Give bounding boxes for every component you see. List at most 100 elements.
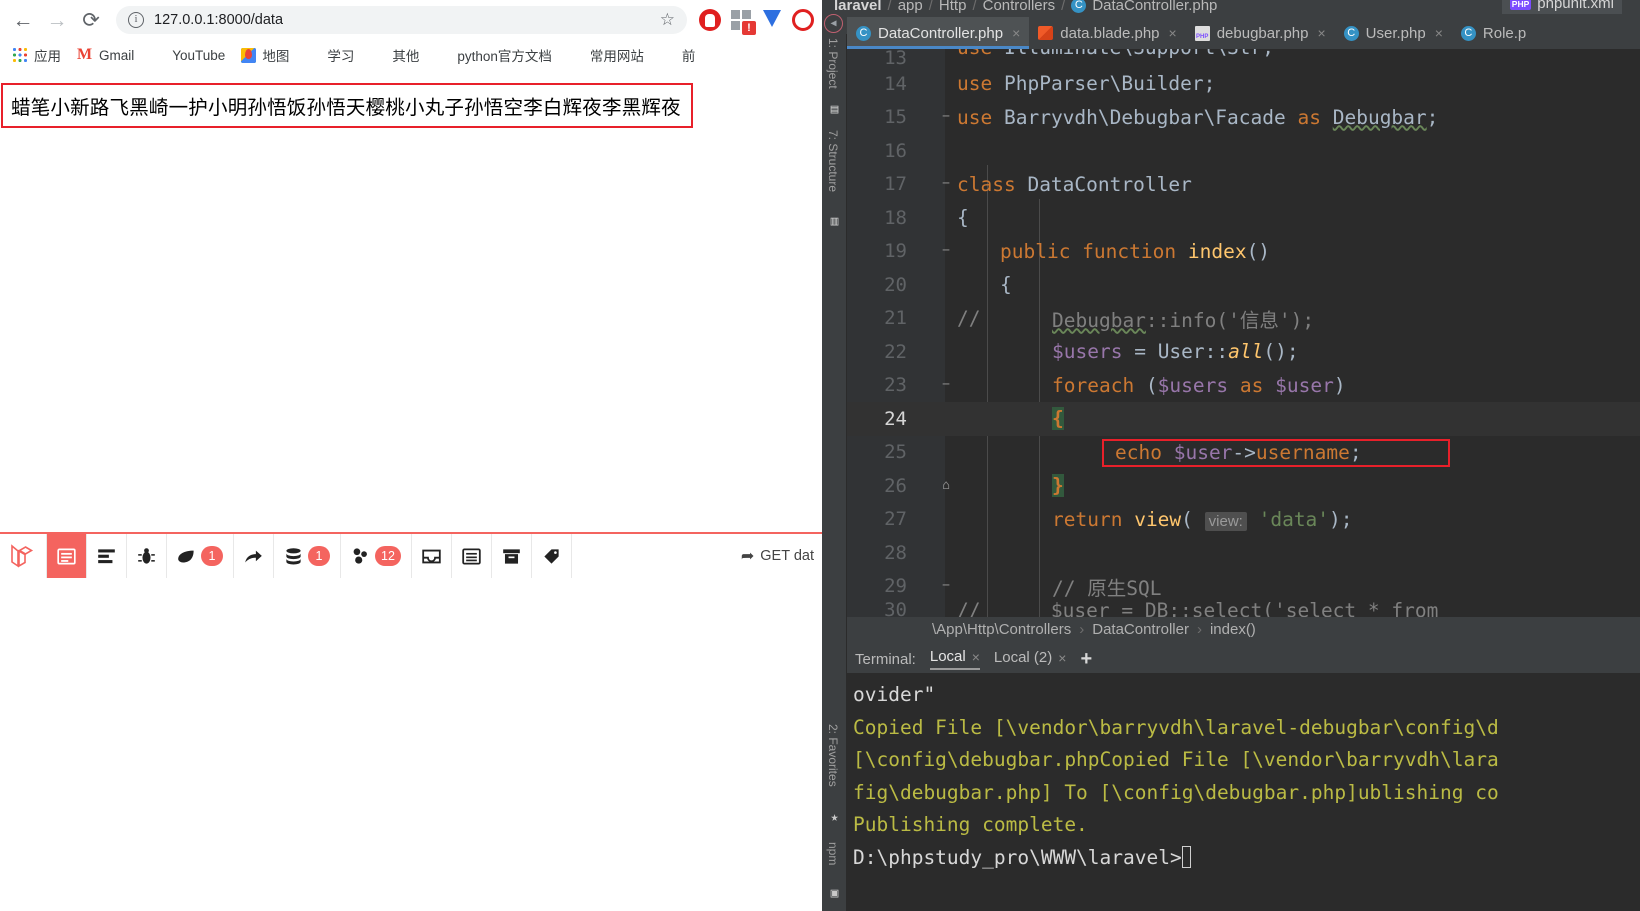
bars-icon [97,547,116,566]
partial-circle-icon[interactable] [790,7,816,33]
blue-diamond-icon[interactable] [759,7,785,33]
adblock-icon[interactable] [697,7,723,33]
apps-grid-icon [12,47,28,63]
code-editor[interactable]: 13 use Illuminate\Support\Str; 14 use Ph… [847,49,1640,617]
terminal-tab-local-2[interactable]: Local (2) × [994,649,1067,669]
bookmark-label: 其他 [392,49,420,64]
extension-toolbar: ! [693,7,816,35]
status-method[interactable]: index() [1210,621,1256,638]
tab-label: data.blade.php [1060,24,1160,42]
arrow-share-icon: ➦ [740,548,755,565]
separator-icon: › [1079,620,1085,638]
editor-tab-bar: C DataController.php × data.blade.php × … [847,17,1640,49]
terminal-tab-local[interactable]: Local × [929,648,980,670]
code-line: 30 // $user = DB::select('select * from [847,599,1640,617]
toolwindow-structure[interactable]: 7: Structure [826,130,840,192]
line-number: 16 [884,139,907,162]
bookmark-folder-common[interactable]: 常用网站 [560,42,652,68]
debugbar-tab-session[interactable] [452,534,492,578]
debugbar-tab-messages[interactable] [47,534,87,578]
chrome-browser-window: ← → ⟳ i 127.0.0.1:8000/data ☆ ! 应用 M Gma… [0,0,822,911]
terminal-prompt-row: D:\phpstudy_pro\WWW\laravel> [853,842,1640,875]
folder-icon [435,47,451,63]
terminal-line: fig\debugbar.php] To [\config\debugbar.p… [853,780,1499,804]
close-icon[interactable]: × [1012,25,1020,41]
debugbar-tab-timeline[interactable] [87,534,127,578]
editor-tab-datacontroller[interactable]: C DataController.php × [847,17,1030,49]
status-class[interactable]: DataController [1092,621,1189,638]
close-icon[interactable]: × [1435,25,1443,41]
address-bar[interactable]: i 127.0.0.1:8000/data ☆ [116,6,687,34]
tab-phpunit-xml[interactable]: PHP phpunit.xml [1501,0,1622,14]
breadcrumb-root[interactable]: laravel [834,0,882,14]
code-line: 22 $users = User::all(); [847,335,1640,369]
debugbar-request-info[interactable]: ➦ GET dat [733,534,822,578]
close-icon[interactable]: × [1169,25,1177,41]
toolwindow-npm[interactable]: npm [826,842,840,865]
debugbar-tab-cache[interactable] [492,534,532,578]
code-line: 19 − public function index() [847,235,1640,269]
site-info-icon[interactable]: i [128,12,144,28]
breadcrumb-app[interactable]: app [898,0,923,14]
bookmark-apps[interactable]: 应用 [4,42,69,68]
bookmark-folder-study[interactable]: 学习 [297,42,362,68]
debugbar-tab-models[interactable]: 12 [341,534,412,578]
fold-icon[interactable]: − [939,177,953,191]
bookmark-gmail[interactable]: M Gmail [69,44,142,66]
bookmark-folder-front[interactable]: 前 [652,42,704,68]
breadcrumb-controllers[interactable]: Controllers [983,0,1056,14]
extension-grey-icon[interactable]: ! [728,7,756,35]
bookmark-folder-other[interactable]: 其他 [362,42,427,68]
terminal-icon[interactable]: ▣ [827,886,842,901]
debugbar-tab-gate[interactable] [532,534,572,578]
star-icon[interactable]: ★ [827,810,842,825]
debugbar-tab-mails[interactable] [412,534,452,578]
terminal-tab-bar: Terminal: Local × Local (2) × + [847,645,1640,673]
debugbar-tab-queries[interactable]: 1 [274,534,341,578]
debugbar-tab-views[interactable]: 1 [167,534,234,578]
laravel-logo-icon[interactable] [0,534,47,578]
bookmark-youtube[interactable]: YouTube [142,44,233,66]
debugbar-request-label: GET dat [760,548,814,564]
fold-icon[interactable]: − [939,244,953,258]
editor-tab-data-blade[interactable]: data.blade.php × [1029,17,1185,49]
breadcrumb-separator: / [887,0,892,14]
bookmark-folder-python[interactable]: python官方文档 [427,42,560,68]
line-number: 14 [884,72,907,95]
fold-icon[interactable]: − [939,110,953,124]
chart-icon[interactable]: ▥ [827,214,842,229]
terminal-output[interactable]: ovider" Copied File [\vendor\barryvdh\la… [847,673,1640,911]
close-icon[interactable]: × [1317,25,1325,41]
line-number: 22 [884,340,907,363]
fold-icon[interactable]: − [939,378,953,392]
debugbar-tab-exceptions[interactable] [127,534,167,578]
fold-icon[interactable]: − [939,579,953,593]
toolwindow-favorites[interactable]: 2: Favorites [826,724,840,787]
close-icon[interactable]: × [1058,650,1066,666]
bookmark-maps[interactable]: 地图 [233,42,297,68]
editor-tab-role[interactable]: C Role.p [1452,17,1535,49]
folder-icon[interactable]: ▤ [827,102,842,117]
collapse-sidebar-button[interactable]: ◀ [824,14,843,33]
php-file-icon: PHP [1509,0,1532,10]
bookmark-star-icon[interactable]: ☆ [660,10,675,30]
add-terminal-icon[interactable]: + [1080,648,1092,671]
extension-badge: ! [742,21,756,35]
editor-tab-user[interactable]: C User.php × [1335,17,1452,49]
debugbar-tab-route[interactable] [234,534,274,578]
class-icon: C [1343,25,1359,41]
bookmarks-bar: 应用 M Gmail YouTube 地图 学习 其他 python官方文档 常… [0,40,822,70]
breadcrumb-file[interactable]: DataController.php [1092,0,1217,14]
folder-icon [305,47,321,63]
close-icon[interactable]: × [972,649,980,665]
forward-button[interactable]: → [40,3,74,37]
folder-icon [370,47,386,63]
back-button[interactable]: ← [6,3,40,37]
editor-tab-debugbar[interactable]: debugbar.php × [1186,17,1335,49]
output-highlight-box: 蜡笔小新路飞黑崎一护小明孙悟饭孙悟天樱桃小丸子孙悟空李白辉夜李黑辉夜 [1,83,693,128]
status-path[interactable]: \App\Http\Controllers [932,621,1071,638]
breadcrumb-http[interactable]: Http [939,0,967,14]
fold-icon[interactable]: ⌂ [939,479,953,493]
toolwindow-project[interactable]: 1: Project [826,38,840,89]
reload-button[interactable]: ⟳ [74,3,108,37]
